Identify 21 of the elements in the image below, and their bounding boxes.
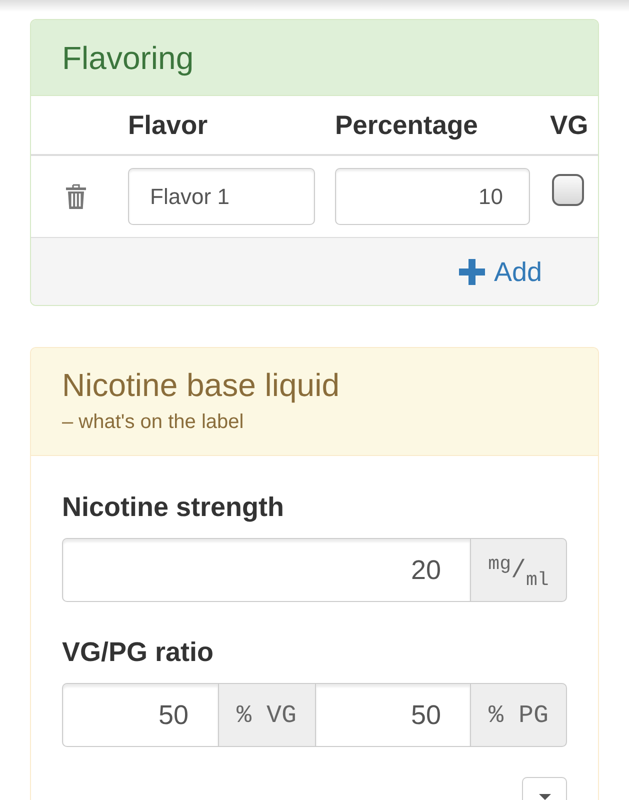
number-field[interactable]: 20 xyxy=(62,538,470,602)
field-label: Nicotine strength xyxy=(62,491,284,524)
panel-subtitle: – what's on the label xyxy=(62,411,244,433)
number-field[interactable]: 50 xyxy=(62,683,218,747)
field-label: VG/PG ratio xyxy=(62,636,214,669)
add-button[interactable]: Add xyxy=(458,256,542,288)
vg-checkbox[interactable] xyxy=(552,174,584,206)
column-header: Flavor xyxy=(128,110,208,140)
dropdown-button[interactable] xyxy=(522,777,567,800)
column-header: VG xyxy=(550,110,588,140)
caret-icon xyxy=(536,794,552,800)
unit-addon: % VG xyxy=(218,683,314,747)
column-header: Percentage xyxy=(335,110,478,140)
percentage-field[interactable]: 10 xyxy=(335,168,530,225)
plus-icon xyxy=(458,258,485,284)
unit-addon: % PG xyxy=(470,683,567,747)
trash-icon[interactable] xyxy=(65,184,87,210)
unit-addon: $^{mg}$/$_{ml}$ xyxy=(470,538,567,602)
panel-title: Nicotine base liquid xyxy=(62,367,340,403)
panel-title: Flavoring xyxy=(62,40,194,76)
flavor-name-field[interactable]: Flavor 1 xyxy=(128,168,315,225)
